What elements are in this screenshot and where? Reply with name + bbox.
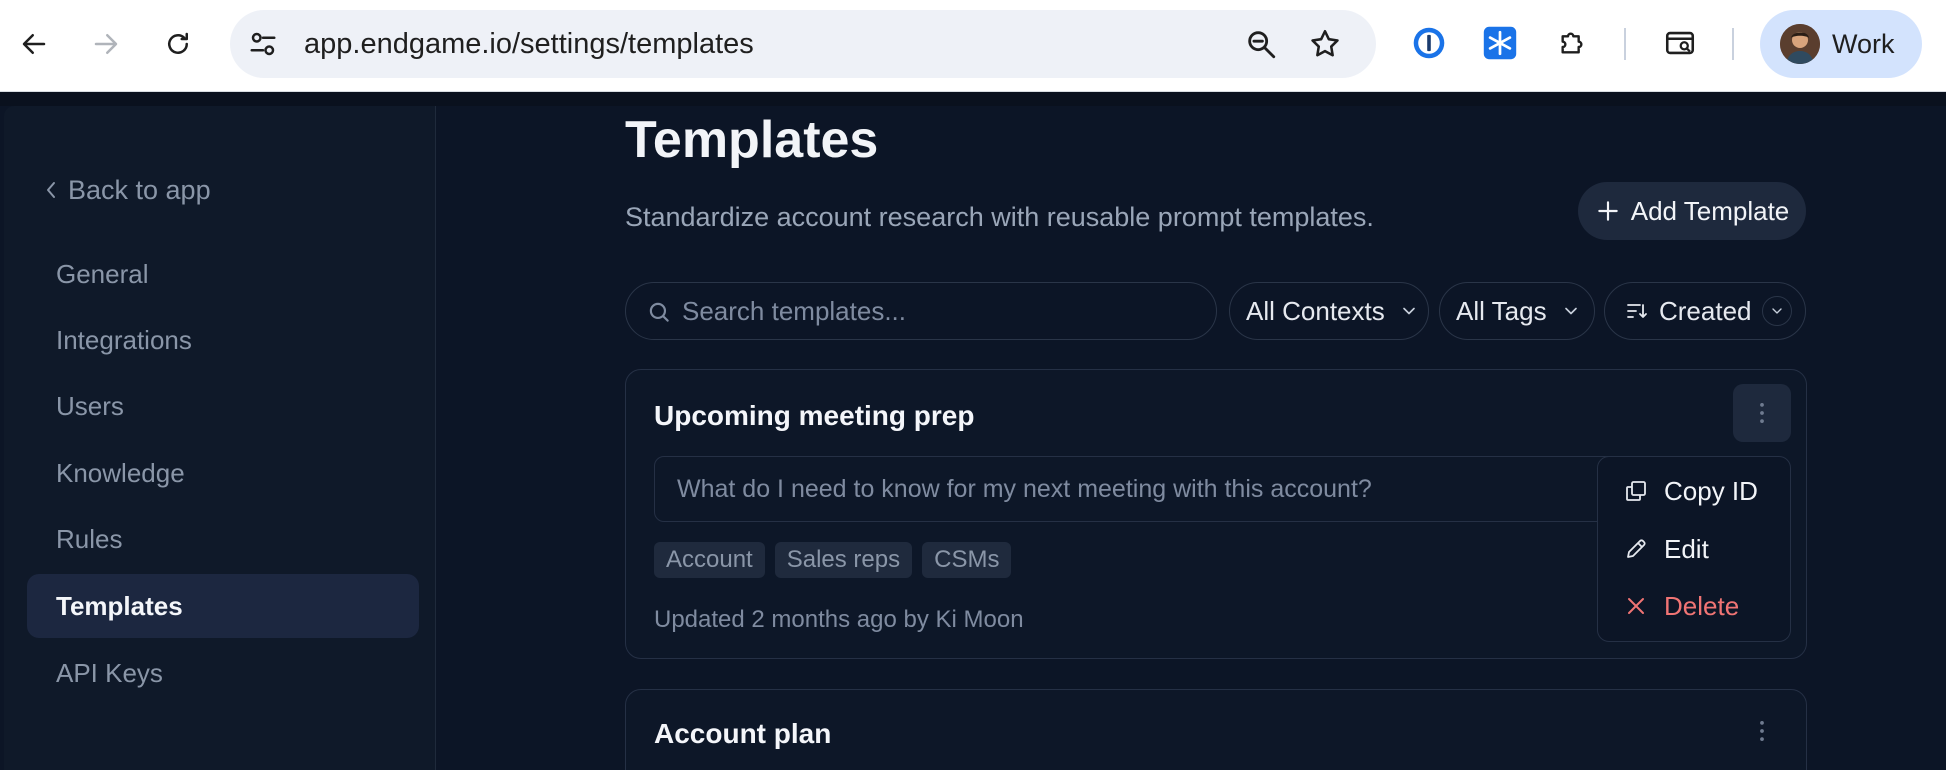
sidebar-item-label: Integrations xyxy=(56,324,192,355)
back-to-app-label: Back to app xyxy=(68,174,211,205)
tag-badge: Sales reps xyxy=(774,542,913,578)
sort-icon xyxy=(1627,304,1647,318)
chevron-left-icon xyxy=(47,182,55,198)
updated-meta: Updated 2 months ago by Ki Moon xyxy=(654,606,1024,633)
back-to-app-link[interactable]: Back to app xyxy=(42,172,211,208)
sidebar-item-users[interactable]: Users xyxy=(27,374,419,438)
delete-menu-item[interactable]: Delete xyxy=(1598,578,1790,634)
sidebar-item-label: Knowledge xyxy=(56,457,185,488)
copy-id-label: Copy ID xyxy=(1664,475,1758,506)
profile-button[interactable]: Work xyxy=(1760,10,1922,78)
url-text[interactable]: app.endgame.io/settings/templates xyxy=(304,10,754,78)
sort-label: Created xyxy=(1659,295,1752,326)
copy-icon xyxy=(1626,481,1646,501)
address-bar[interactable]: app.endgame.io/settings/templates xyxy=(230,10,1376,78)
template-card[interactable]: Account plan xyxy=(625,689,1807,770)
chevron-down-icon xyxy=(1564,307,1577,315)
copy-id-menu-item[interactable]: Copy ID xyxy=(1598,463,1790,519)
toolbar-divider xyxy=(1732,28,1734,60)
template-context-menu: Copy ID Edit Delete xyxy=(1597,456,1791,642)
password-manager-icon[interactable] xyxy=(1409,23,1449,63)
toolbar-divider xyxy=(1624,28,1626,60)
add-template-label: Add Template xyxy=(1630,195,1790,226)
contexts-filter-dropdown[interactable]: All Contexts xyxy=(1229,282,1429,340)
search-icon xyxy=(649,302,669,322)
kebab-menu-icon xyxy=(1760,402,1764,424)
page-subtitle: Standardize account research with reusab… xyxy=(625,202,1374,232)
sidebar-item-integrations[interactable]: Integrations xyxy=(27,308,419,372)
zoom-icon[interactable] xyxy=(1244,27,1278,61)
plus-icon xyxy=(1597,201,1618,221)
sidebar-item-knowledge[interactable]: Knowledge xyxy=(27,441,419,505)
chevron-down-icon xyxy=(1771,308,1782,314)
browser-toolbar: app.endgame.io/settings/templates Work xyxy=(0,0,1946,92)
sort-dropdown[interactable]: Created xyxy=(1604,282,1806,340)
snowflake-extension-icon[interactable] xyxy=(1480,23,1520,63)
search-field[interactable] xyxy=(625,282,1217,340)
template-prompt-text: What do I need to know for my next meeti… xyxy=(677,475,1372,503)
bookmark-star-icon[interactable] xyxy=(1308,27,1342,61)
edit-menu-item[interactable]: Edit xyxy=(1598,521,1790,577)
tag-badge: Account xyxy=(654,542,765,578)
kebab-menu-icon xyxy=(1760,720,1764,742)
search-input[interactable] xyxy=(682,283,1202,339)
sidebar-item-label: Users xyxy=(56,390,124,421)
tags-filter-label: All Tags xyxy=(1456,295,1547,326)
profile-name: Work xyxy=(1832,29,1895,59)
tag-badge: CSMs xyxy=(922,542,1012,578)
sidebar-item-label: Templates xyxy=(56,590,183,621)
forward-arrow-icon[interactable] xyxy=(84,22,128,66)
sidebar-item-api-keys[interactable]: API Keys xyxy=(27,641,419,705)
page-title: Templates xyxy=(625,111,879,169)
add-template-button[interactable]: Add Template xyxy=(1578,182,1806,240)
template-tags: Account Sales reps CSMs xyxy=(654,542,1012,578)
edit-label: Edit xyxy=(1664,533,1709,564)
extensions-puzzle-icon[interactable] xyxy=(1552,23,1592,63)
settings-sidebar: Back to app General Integrations Users K… xyxy=(4,106,436,770)
sidebar-item-rules[interactable]: Rules xyxy=(27,507,419,571)
avatar xyxy=(1780,24,1820,64)
tab-search-icon[interactable] xyxy=(1660,23,1700,63)
more-options-button[interactable] xyxy=(1733,702,1791,760)
contexts-filter-label: All Contexts xyxy=(1246,295,1385,326)
sidebar-item-label: API Keys xyxy=(56,657,163,688)
sidebar-item-label: Rules xyxy=(56,523,123,554)
more-options-button[interactable] xyxy=(1733,384,1791,442)
site-settings-icon[interactable] xyxy=(248,29,278,59)
sort-direction-toggle[interactable] xyxy=(1761,296,1792,326)
main-content: Templates Standardize account research w… xyxy=(436,92,1946,770)
close-icon xyxy=(1628,598,1644,614)
sidebar-item-templates[interactable]: Templates xyxy=(27,574,419,638)
back-arrow-icon[interactable] xyxy=(12,22,56,66)
sidebar-item-label: General xyxy=(56,258,149,289)
template-title: Account plan xyxy=(654,718,832,749)
chevron-down-icon xyxy=(1402,307,1415,315)
pencil-icon xyxy=(1627,539,1646,558)
tags-filter-dropdown[interactable]: All Tags xyxy=(1439,282,1595,340)
template-title: Upcoming meeting prep xyxy=(654,400,975,431)
reload-icon[interactable] xyxy=(156,22,200,66)
sidebar-item-general[interactable]: General xyxy=(27,242,419,306)
app-window: Back to app General Integrations Users K… xyxy=(0,92,1946,770)
delete-label: Delete xyxy=(1664,590,1740,621)
